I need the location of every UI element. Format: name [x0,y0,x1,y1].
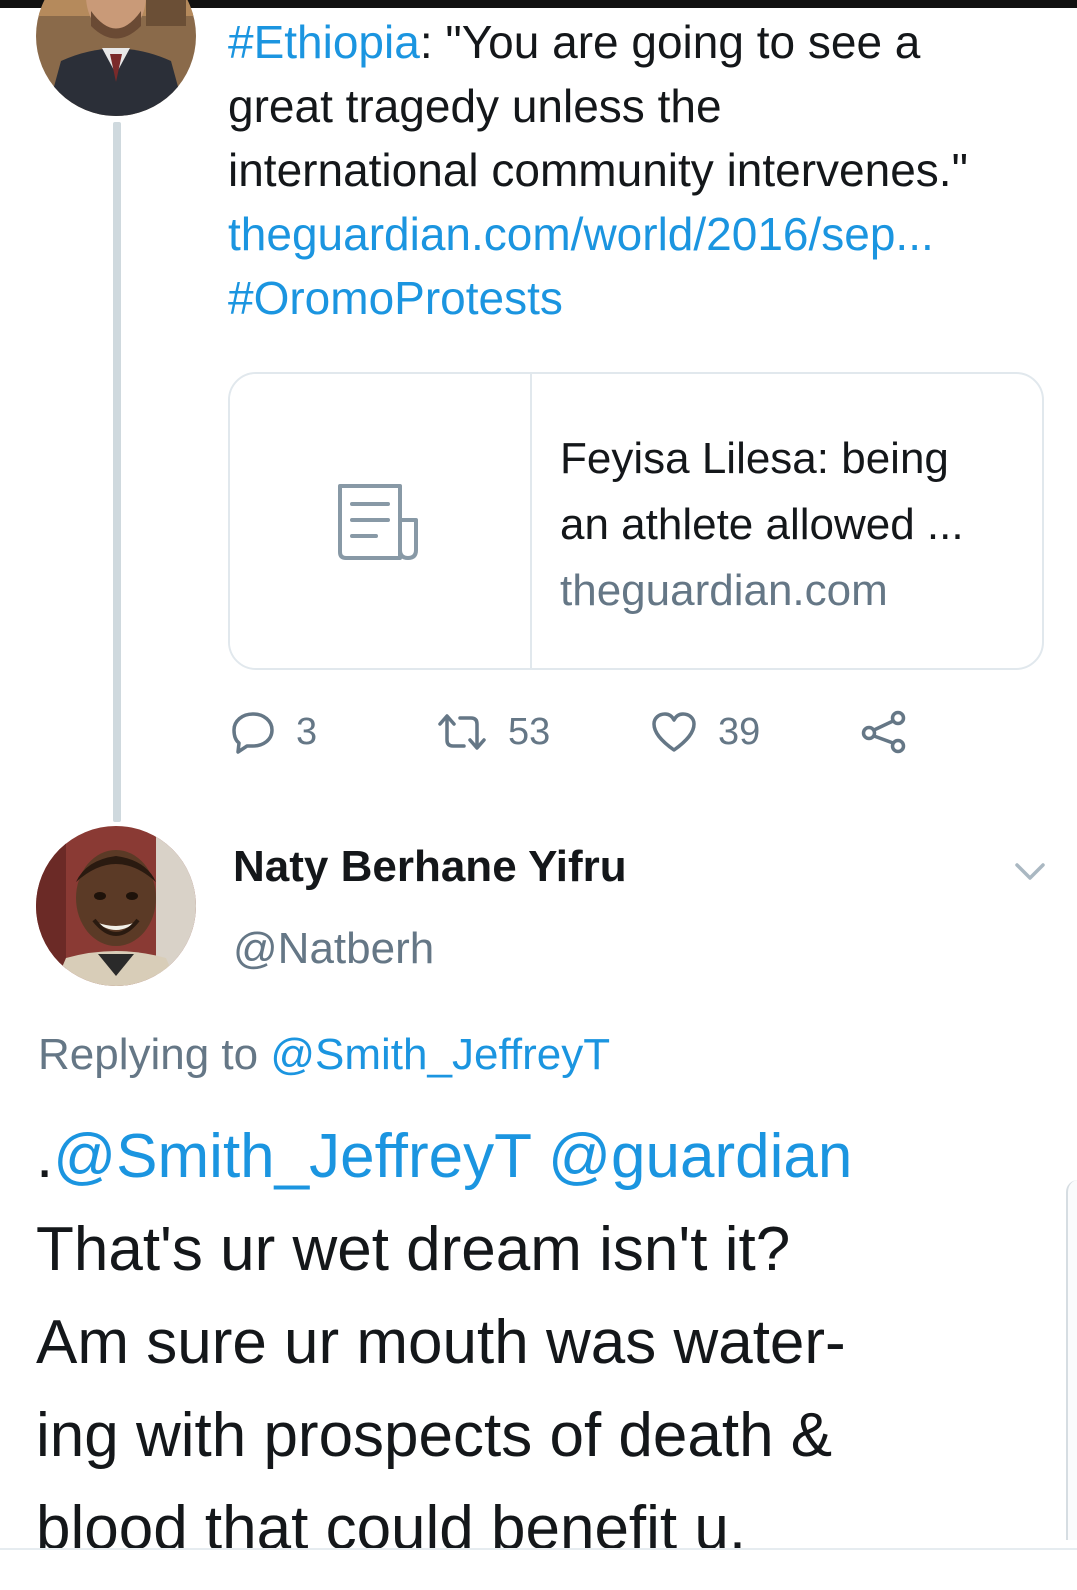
retweet-count: 53 [508,710,551,753]
tweet-url-link[interactable]: theguardian.com/world/2016/sep... [228,202,1048,266]
reply-button[interactable]: 3 [230,704,317,760]
reply-author-avatar[interactable] [36,826,196,986]
mention-smith-jeffreyt[interactable]: @Smith_JeffreyT [53,1122,531,1191]
reply-text-line-3: Am sure ur mouth was water- [36,1308,846,1377]
heart-icon [652,712,696,752]
retweet-button[interactable]: 53 [436,704,550,760]
like-button[interactable]: 39 [650,704,760,760]
hashtag-oromoprotests[interactable]: #OromoProtests [228,266,1048,330]
tweet-quote-part-1: : "You are going to see a [419,16,921,68]
reply-author-avatar-image [36,826,196,986]
article-icon [338,484,418,560]
chevron-down-icon [1015,863,1045,880]
reply-text-line-1: .@Smith_JeffreyT @guardian [36,1110,1046,1203]
scrollbar-edge[interactable] [1066,1180,1077,1540]
reply-display-name[interactable]: Naty Berhane Yifru [233,842,627,892]
card-content: Feyisa Lilesa: being an athlete allowed … [560,426,1022,624]
bottom-divider [0,1548,1077,1550]
tweet-text-line-1: #Ethiopia: "You are going to see a [228,10,1048,74]
reply-text-prefix: . [36,1122,54,1191]
like-count: 39 [718,710,761,753]
mention-guardian[interactable]: @guardian [548,1122,852,1191]
link-preview-card[interactable]: Feyisa Lilesa: being an athlete allowed … [228,372,1044,670]
tweet-text-line-3: international community intervenes." [228,144,968,196]
tweet-action-bar: 3 53 39 [230,704,950,760]
author-avatar[interactable] [36,0,196,116]
card-thumbnail [230,374,532,668]
reply-text-line-5: blood that could benefit u. [36,1494,747,1563]
share-icon [861,710,906,754]
reply-text-line-4: ing with prospects of death & [36,1401,833,1470]
reply-icon [232,712,274,754]
card-title-line-2: an athlete allowed ... [560,500,964,549]
reply-text-line-2: That's ur wet dream isn't it? [36,1215,791,1284]
replying-to-handle[interactable]: @Smith_JeffreyT [270,1030,610,1079]
tweet-options-button[interactable] [1014,862,1046,887]
thread-connector-line [113,122,121,822]
share-button[interactable] [860,704,908,760]
reply-handle[interactable]: @Natberh [233,924,434,974]
parent-tweet-text: #Ethiopia: "You are going to see a great… [228,10,1048,330]
card-title-line-1: Feyisa Lilesa: being [560,434,949,483]
reply-tweet-text: .@Smith_JeffreyT @guardian That's ur wet… [36,1110,1046,1575]
reply-count: 3 [296,710,318,753]
card-domain: theguardian.com [560,566,888,615]
replying-to-label: Replying to [38,1030,271,1079]
author-avatar-image [36,0,196,116]
retweet-icon [438,714,486,750]
replying-to: Replying to @Smith_JeffreyT [38,1030,610,1080]
hashtag-ethiopia[interactable]: #Ethiopia [228,16,420,68]
tweet-text-line-2: great tragedy unless the [228,80,722,132]
